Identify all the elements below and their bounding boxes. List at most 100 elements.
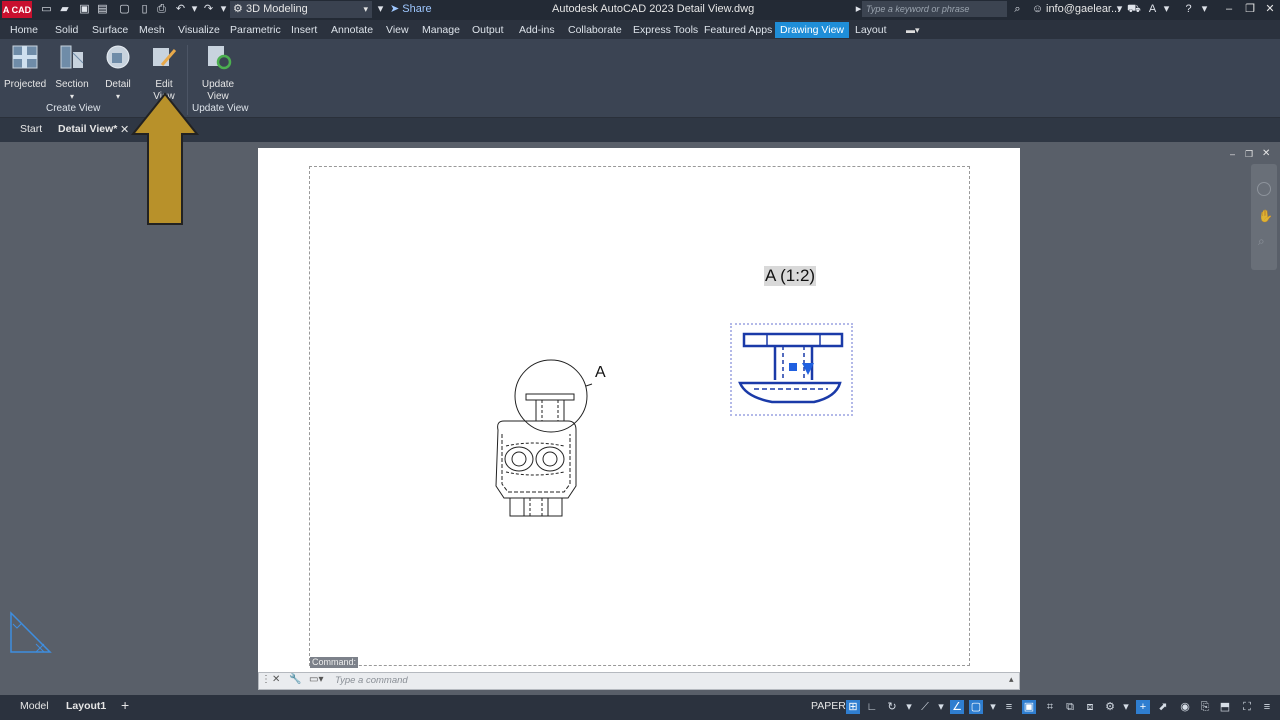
- save-icon[interactable]: ▣: [78, 3, 91, 16]
- undo-dropdown-icon[interactable]: ▾: [188, 3, 201, 16]
- tab-parametric[interactable]: Parametric: [225, 22, 286, 38]
- tab-add-ins[interactable]: Add-ins: [514, 22, 560, 38]
- tab-visualize[interactable]: Visualize: [173, 22, 225, 38]
- selection-cycling-icon[interactable]: ▣: [1022, 700, 1036, 714]
- tab-insert[interactable]: Insert: [286, 22, 322, 38]
- annotation-scale-icon[interactable]: ⧈: [1083, 700, 1097, 714]
- tab-manage[interactable]: Manage: [417, 22, 465, 38]
- workspace-dropdown-icon[interactable]: ▾: [1119, 700, 1133, 714]
- command-line[interactable]: ⋮ ✕ 🔧 ▭▾ Type a command ▴: [258, 672, 1020, 690]
- object-snap-dropdown-icon[interactable]: ▾: [986, 700, 1000, 714]
- print-icon[interactable]: ⎙: [155, 3, 168, 16]
- drawing-canvas[interactable]: – ❐ ✕ ✋ ⌕ A A (1:2) Command: ⋮ ✕ 🔧 ▭▾ Ty…: [0, 92, 1280, 695]
- tab-express-tools[interactable]: Express Tools: [628, 22, 703, 38]
- isodraft-icon[interactable]: ⟋: [918, 700, 932, 714]
- tab-collaborate[interactable]: Collaborate: [563, 22, 627, 38]
- autodesk-a360-icon[interactable]: A: [1146, 3, 1159, 16]
- clean-screen-icon[interactable]: ⬒: [1218, 700, 1232, 714]
- tab-drawing-view[interactable]: Drawing View: [775, 22, 849, 38]
- tab-view[interactable]: View: [381, 22, 414, 38]
- ortho-icon[interactable]: ∟: [865, 700, 879, 714]
- detail-view-title[interactable]: A (1:2): [764, 266, 817, 286]
- close-tab-icon[interactable]: ✕: [120, 123, 129, 136]
- minimize-icon[interactable]: –: [1222, 2, 1236, 16]
- redo-icon[interactable]: ↷: [202, 3, 215, 16]
- close-icon[interactable]: ✕: [1263, 2, 1277, 16]
- isodraft-dropdown-icon[interactable]: ▾: [934, 700, 948, 714]
- cloud-open-icon[interactable]: ▢: [118, 3, 131, 16]
- steering-wheel-icon[interactable]: [1257, 182, 1271, 196]
- viewport-restore-icon[interactable]: ❐: [1245, 149, 1253, 160]
- polar-tracking-icon[interactable]: ↻: [885, 700, 899, 714]
- section-button[interactable]: Section ▾: [53, 43, 91, 103]
- detail-view-selection[interactable]: [730, 323, 853, 416]
- customization-icon[interactable]: ⛶: [1240, 700, 1254, 714]
- tab-solid[interactable]: Solid: [50, 22, 83, 38]
- viewport-close-icon[interactable]: ✕: [1262, 148, 1270, 159]
- command-history-icon[interactable]: ▭▾: [309, 674, 323, 685]
- 3d-osnap-icon[interactable]: ⌗: [1043, 700, 1057, 714]
- save-as-icon[interactable]: ▤: [96, 3, 109, 16]
- lineweight-icon[interactable]: ≡: [1002, 700, 1016, 714]
- polar-dropdown-icon[interactable]: ▾: [902, 700, 916, 714]
- tab-annotate[interactable]: Annotate: [326, 22, 378, 38]
- command-customize-icon[interactable]: 🔧: [289, 674, 301, 685]
- model-tab[interactable]: Model: [20, 700, 49, 712]
- graphics-performance-icon[interactable]: ⎘: [1198, 700, 1212, 714]
- navigation-bar[interactable]: ✋ ⌕: [1251, 164, 1277, 270]
- command-grip-icon[interactable]: ⋮: [261, 674, 271, 685]
- detail-boundary-label[interactable]: A: [595, 364, 606, 382]
- cart-icon[interactable]: ⛟: [1127, 3, 1141, 16]
- update-view-button[interactable]: Update View: [198, 43, 238, 103]
- base-view-drawing[interactable]: [488, 358, 628, 523]
- user-icon[interactable]: ☺: [1031, 3, 1044, 16]
- command-expand-icon[interactable]: ▴: [1009, 674, 1014, 685]
- annotation-visibility-icon[interactable]: ⧉: [1063, 700, 1077, 714]
- search-icon[interactable]: ⌕: [1011, 3, 1024, 16]
- share-button[interactable]: ➤ Share: [390, 2, 432, 17]
- ribbon-minimize-toggle[interactable]: ▬▾: [906, 25, 928, 35]
- customize-qat-icon[interactable]: ▾: [374, 3, 387, 16]
- viewport-minimize-icon[interactable]: –: [1230, 149, 1235, 159]
- open-folder-icon[interactable]: ▰: [58, 3, 71, 16]
- restore-icon[interactable]: ❐: [1243, 2, 1257, 16]
- update-view-icon: [208, 46, 232, 70]
- new-file-icon[interactable]: ▭: [40, 3, 53, 16]
- command-input[interactable]: Type a command: [335, 675, 408, 686]
- open-web-icon[interactable]: ▯: [138, 3, 151, 16]
- user-dropdown-icon[interactable]: ▾: [1113, 3, 1126, 16]
- workspace-gear-icon[interactable]: ⚙: [1103, 700, 1117, 714]
- object-snap-tracking-icon[interactable]: ∠: [950, 700, 964, 714]
- tab-output[interactable]: Output: [467, 22, 509, 38]
- tab-featured-apps[interactable]: Featured Apps: [699, 22, 777, 38]
- isolate-objects-icon[interactable]: ◉: [1178, 700, 1192, 714]
- help-dropdown-icon[interactable]: ▾: [1198, 3, 1211, 16]
- projected-button[interactable]: Projected: [4, 43, 46, 91]
- zoom-icon[interactable]: ⌕: [1258, 234, 1265, 249]
- paper-space-toggle[interactable]: PAPER: [811, 700, 846, 712]
- app-logo[interactable]: A CAD: [2, 1, 32, 18]
- tab-home[interactable]: Home: [5, 22, 43, 38]
- help-icon[interactable]: ?: [1182, 3, 1195, 16]
- tab-mesh[interactable]: Mesh: [134, 22, 170, 38]
- workspace-switcher[interactable]: ⚙ 3D Modeling ▾: [230, 1, 372, 18]
- object-snap-icon[interactable]: ▢: [969, 700, 983, 714]
- search-input[interactable]: Type a keyword or phrase: [862, 1, 1007, 17]
- menu-icon[interactable]: ≡: [1260, 700, 1274, 714]
- snap-icon[interactable]: ⊞: [846, 700, 860, 714]
- redo-dropdown-icon[interactable]: ▾: [217, 3, 230, 16]
- undo-icon[interactable]: ↶: [174, 3, 187, 16]
- tab-layout[interactable]: Layout: [850, 22, 892, 38]
- detail-view-drawing: [738, 332, 844, 404]
- ucs-toggle-icon[interactable]: +: [1136, 700, 1150, 714]
- tab-surface[interactable]: Surface: [87, 22, 133, 38]
- a360-dropdown-icon[interactable]: ▾: [1160, 3, 1173, 16]
- user-account[interactable]: info@gaelear...: [1046, 3, 1120, 15]
- file-tab-start[interactable]: Start: [20, 123, 42, 135]
- add-layout-icon[interactable]: +: [121, 697, 129, 713]
- file-tab-detail-view[interactable]: Detail View*: [58, 123, 117, 135]
- pan-icon[interactable]: ✋: [1258, 209, 1273, 223]
- layout1-tab[interactable]: Layout1: [66, 700, 106, 712]
- command-close-icon[interactable]: ✕: [272, 674, 280, 685]
- hardware-acceleration-icon[interactable]: ⬈: [1156, 700, 1170, 714]
